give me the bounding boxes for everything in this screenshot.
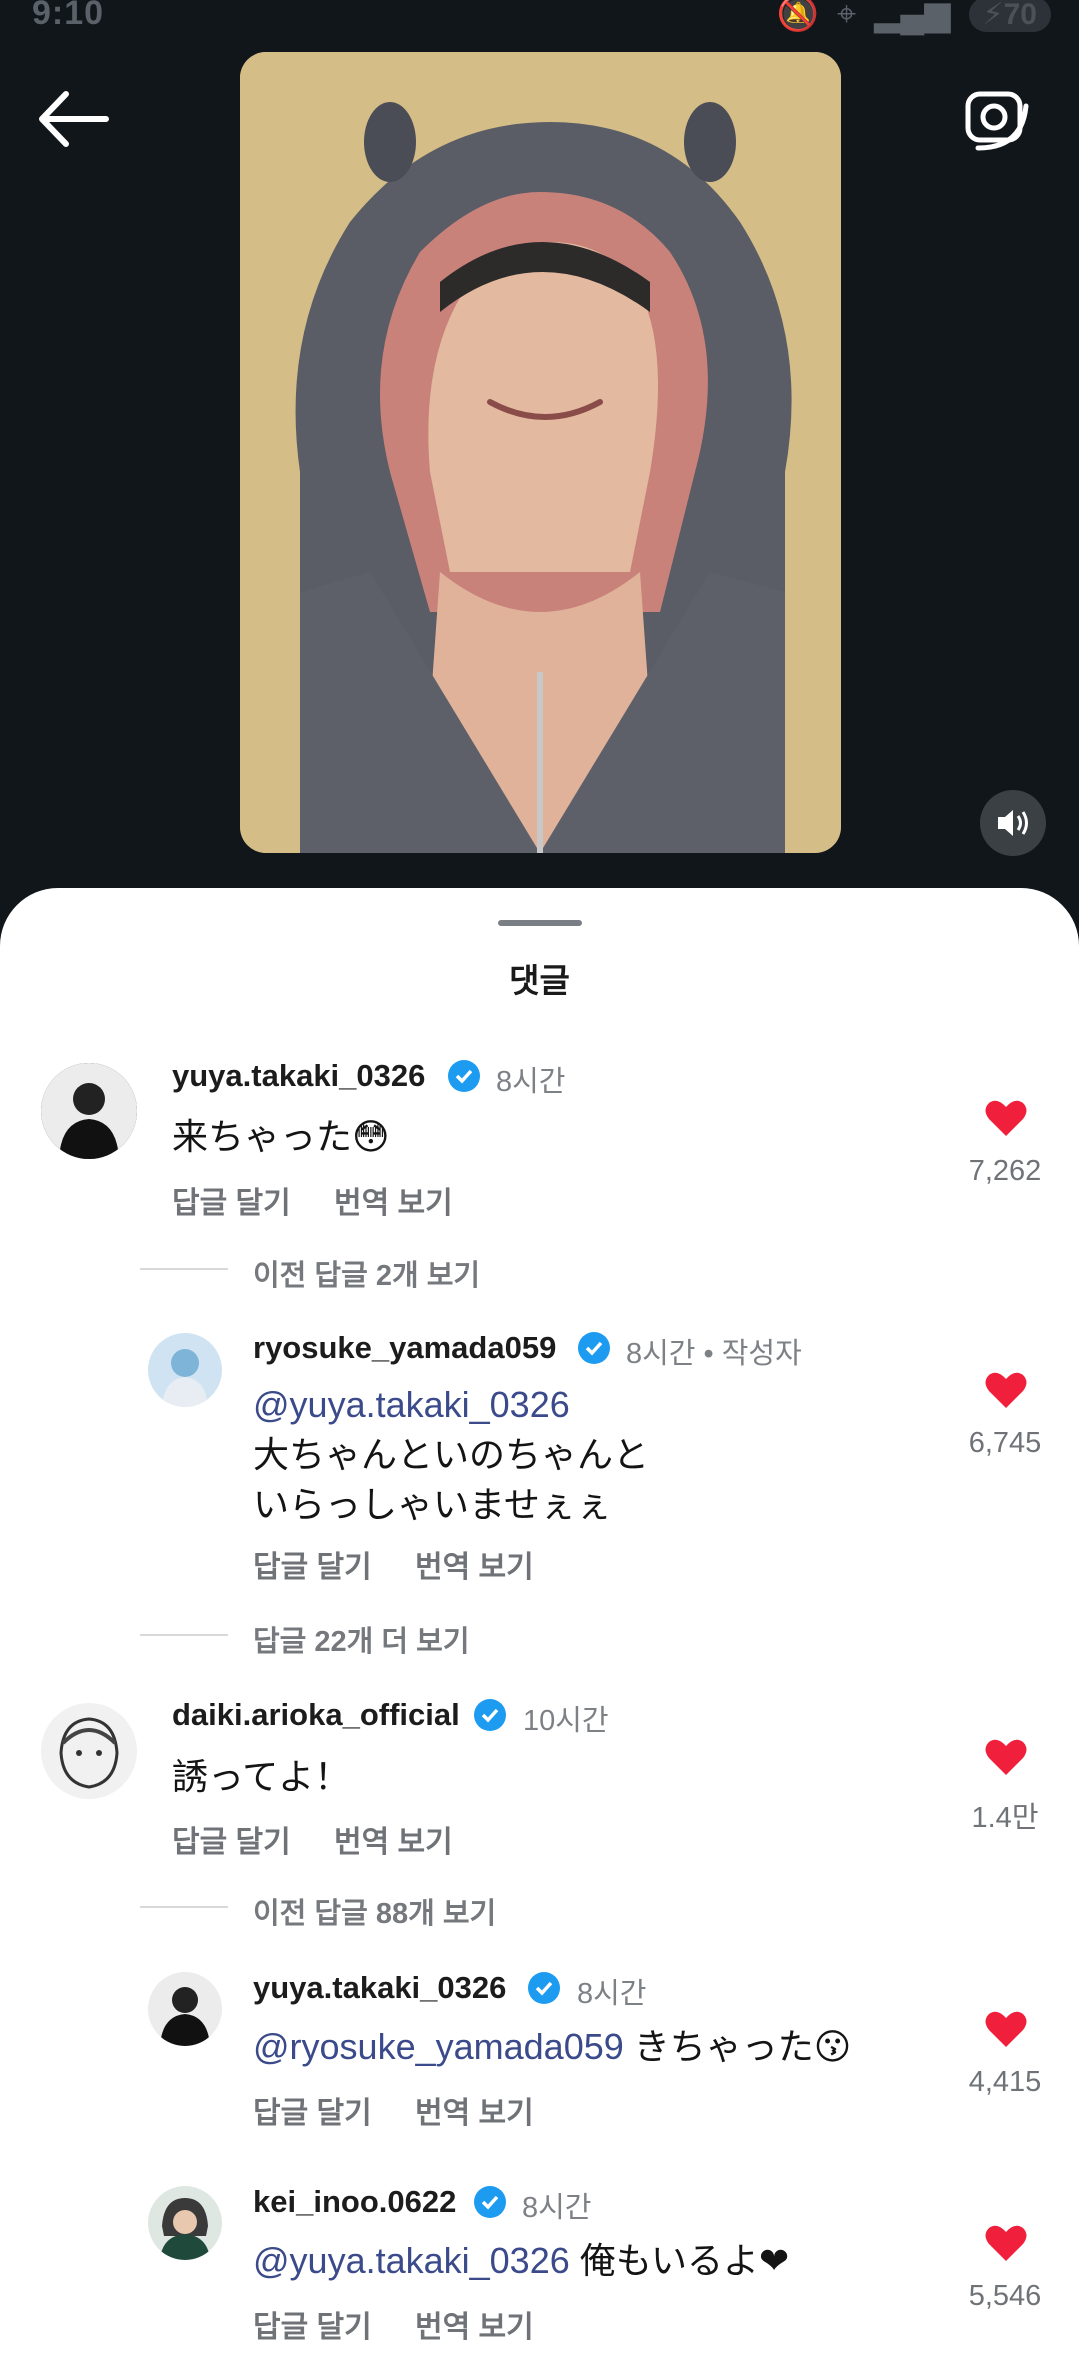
comment-time: 8시간 (496, 1066, 566, 1098)
avatar-image (41, 1703, 137, 1799)
comment-username[interactable]: ryosuke_yamada059 (253, 1330, 556, 1366)
avatar[interactable] (148, 1972, 222, 2046)
status-bar: 9:10 🔕 ⌖ ▂▄▆ ⚡70 (0, 0, 1079, 40)
comment-text: 大ちゃんといのちゃんと (253, 1434, 650, 1475)
like-count: 6,745 (968, 1427, 1042, 1459)
comment-username[interactable]: yuya.takaki_0326 (253, 1970, 506, 2006)
mention-link[interactable]: @ryosuke_yamada059 (253, 2026, 624, 2067)
sheet-title: 댓글 (509, 962, 570, 999)
back-arrow-icon[interactable] (36, 86, 112, 152)
view-more-replies[interactable]: 답글 22개 더 보기 (253, 1618, 470, 1660)
verified-badge-icon (448, 1060, 480, 1092)
divider-line (140, 1634, 228, 1636)
comment-username[interactable]: daiki.arioka_official (172, 1697, 460, 1733)
comment-username[interactable]: kei_inoo.0622 (253, 2184, 456, 2220)
heart-icon[interactable] (984, 1370, 1028, 1410)
avatar-image (148, 1972, 222, 2046)
heart-icon[interactable] (984, 2223, 1028, 2263)
comment-time: 10시간 (523, 1705, 609, 1737)
comment-text-line: @ryosuke_yamada059 きちゃった😗 (253, 2022, 851, 2072)
reply-button[interactable]: 답글 달기 (172, 1817, 291, 1861)
status-time: 9:10 (32, 0, 105, 32)
sound-toggle-button[interactable] (980, 790, 1046, 856)
comment-text: 来ちゃった😳 (172, 1116, 390, 1157)
sheet-drag-handle[interactable] (498, 920, 582, 926)
comment-time: 8시간 (522, 2192, 592, 2224)
reply-button[interactable]: 답글 달기 (253, 2088, 372, 2132)
comment-text-line: @yuya.takaki_0326 俺もいるよ❤ (253, 2236, 789, 2286)
comments-sheet (0, 888, 1079, 2376)
comment-text: いらっしゃいませぇぇ (253, 1484, 612, 1525)
translate-button[interactable]: 번역 보기 (334, 1817, 453, 1861)
view-previous-replies[interactable]: 이전 답글 2개 보기 (253, 1252, 480, 1294)
view-previous-replies[interactable]: 이전 답글 88개 보기 (253, 1890, 496, 1932)
story-video[interactable] (240, 52, 841, 853)
avatar[interactable] (41, 1063, 137, 1159)
camera-icon[interactable] (960, 84, 1032, 156)
story-image (240, 52, 841, 853)
avatar-image (148, 2186, 222, 2260)
like-count: 1.4만 (971, 1802, 1039, 1834)
comment-text: 誘ってよ！ (172, 1756, 351, 1797)
comment-time: 8시간 • 작성자 (626, 1338, 802, 1370)
location-icon: ⌖ (837, 0, 857, 33)
reply-button[interactable]: 답글 달기 (253, 2302, 372, 2346)
like-count: 5,546 (968, 2280, 1042, 2312)
status-icons: 🔕 ⌖ ▂▄▆ ⚡70 (777, 0, 1051, 34)
avatar-image (148, 1333, 222, 1407)
verified-badge-icon (528, 1972, 560, 2004)
divider-line (140, 1906, 228, 1908)
mention-link[interactable]: @yuya.takaki_0326 (253, 1380, 570, 1430)
avatar[interactable] (148, 2186, 222, 2260)
reply-button[interactable]: 답글 달기 (172, 1178, 291, 1222)
comment-time: 8시간 (577, 1978, 647, 2010)
verified-badge-icon (474, 1699, 506, 1731)
mute-icon: 🔕 (776, 0, 819, 33)
heart-icon[interactable] (984, 1737, 1028, 1777)
signal-icon: ▂▄▆ (874, 0, 951, 33)
battery-indicator: ⚡70 (968, 0, 1051, 32)
translate-button[interactable]: 번역 보기 (415, 1542, 534, 1586)
translate-button[interactable]: 번역 보기 (415, 2302, 534, 2346)
like-count: 4,415 (968, 2066, 1042, 2098)
verified-badge-icon (578, 1332, 610, 1364)
avatar[interactable] (41, 1703, 137, 1799)
avatar[interactable] (148, 1333, 222, 1407)
heart-icon[interactable] (984, 2009, 1028, 2049)
translate-button[interactable]: 번역 보기 (415, 2088, 534, 2132)
reply-button[interactable]: 답글 달기 (253, 1542, 372, 1586)
verified-badge-icon (474, 2186, 506, 2218)
translate-button[interactable]: 번역 보기 (334, 1178, 453, 1222)
avatar-image (41, 1063, 137, 1159)
comment-text: きちゃった😗 (623, 2026, 852, 2067)
speaker-icon (998, 810, 1028, 836)
battery-level: 70 (1003, 0, 1037, 31)
comment-text: 俺もいるよ❤ (569, 2240, 790, 2281)
comment-username[interactable]: yuya.takaki_0326 (172, 1058, 425, 1094)
like-count: 7,262 (968, 1155, 1042, 1187)
mention-link[interactable]: @yuya.takaki_0326 (253, 2240, 570, 2281)
heart-icon[interactable] (984, 1098, 1028, 1138)
divider-line (140, 1268, 228, 1270)
